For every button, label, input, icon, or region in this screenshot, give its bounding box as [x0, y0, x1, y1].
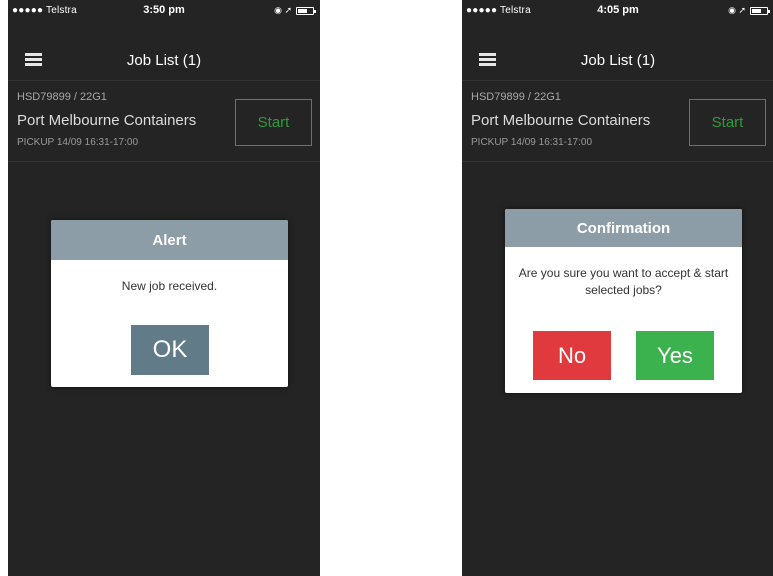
job-code: HSD79899 / 22G1: [471, 91, 561, 103]
job-code: HSD79899 / 22G1: [17, 91, 107, 103]
phone-screen-alert: ●●●●● Telstra 3:50 pm ◉ ➚ Job List (1) H…: [8, 0, 320, 576]
status-bar: ●●●●● Telstra 4:05 pm ◉ ➚: [462, 0, 773, 20]
dialog-message: New job received.: [121, 279, 218, 293]
dialog-title: Alert: [51, 220, 288, 260]
location-arrow-icon: ◉ ➚: [274, 5, 292, 15]
job-list-item[interactable]: HSD79899 / 22G1 Port Melbourne Container…: [8, 80, 320, 162]
start-button[interactable]: Start: [689, 99, 766, 146]
yes-button[interactable]: Yes: [636, 331, 714, 380]
job-name: Port Melbourne Containers: [17, 112, 197, 129]
alert-dialog: Alert New job received. OK: [51, 220, 288, 387]
dialog-title: Confirmation: [505, 209, 742, 247]
job-pickup-time: PICKUP 14/09 16:31-17:00: [471, 137, 593, 148]
confirmation-dialog: Confirmation Are you sure you want to ac…: [505, 209, 742, 393]
status-time: 4:05 pm: [597, 4, 639, 16]
job-list-item[interactable]: HSD79899 / 22G1 Port Melbourne Container…: [462, 80, 773, 162]
no-button[interactable]: No: [533, 331, 611, 380]
job-pickup-time: PICKUP 14/09 16:31-17:00: [17, 137, 139, 148]
nav-bar: Job List (1): [8, 40, 320, 80]
page-title: Job List (1): [126, 52, 202, 69]
dialog-message: Are you sure you want to accept & start …: [518, 266, 729, 297]
job-name: Port Melbourne Containers: [471, 112, 651, 129]
phone-screen-confirmation: ●●●●● Telstra 4:05 pm ◉ ➚ Job List (1) H…: [462, 0, 773, 576]
page-title: Job List (1): [580, 52, 656, 69]
start-button[interactable]: Start: [235, 99, 312, 146]
status-icons: ◉ ➚: [274, 5, 316, 16]
battery-icon: [750, 6, 770, 15]
status-bar: ●●●●● Telstra 3:50 pm ◉ ➚: [8, 0, 320, 20]
battery-icon: [296, 6, 316, 15]
ok-button[interactable]: OK: [131, 325, 209, 375]
status-icons: ◉ ➚: [728, 5, 770, 16]
location-arrow-icon: ◉ ➚: [728, 5, 746, 15]
nav-bar: Job List (1): [462, 40, 773, 80]
